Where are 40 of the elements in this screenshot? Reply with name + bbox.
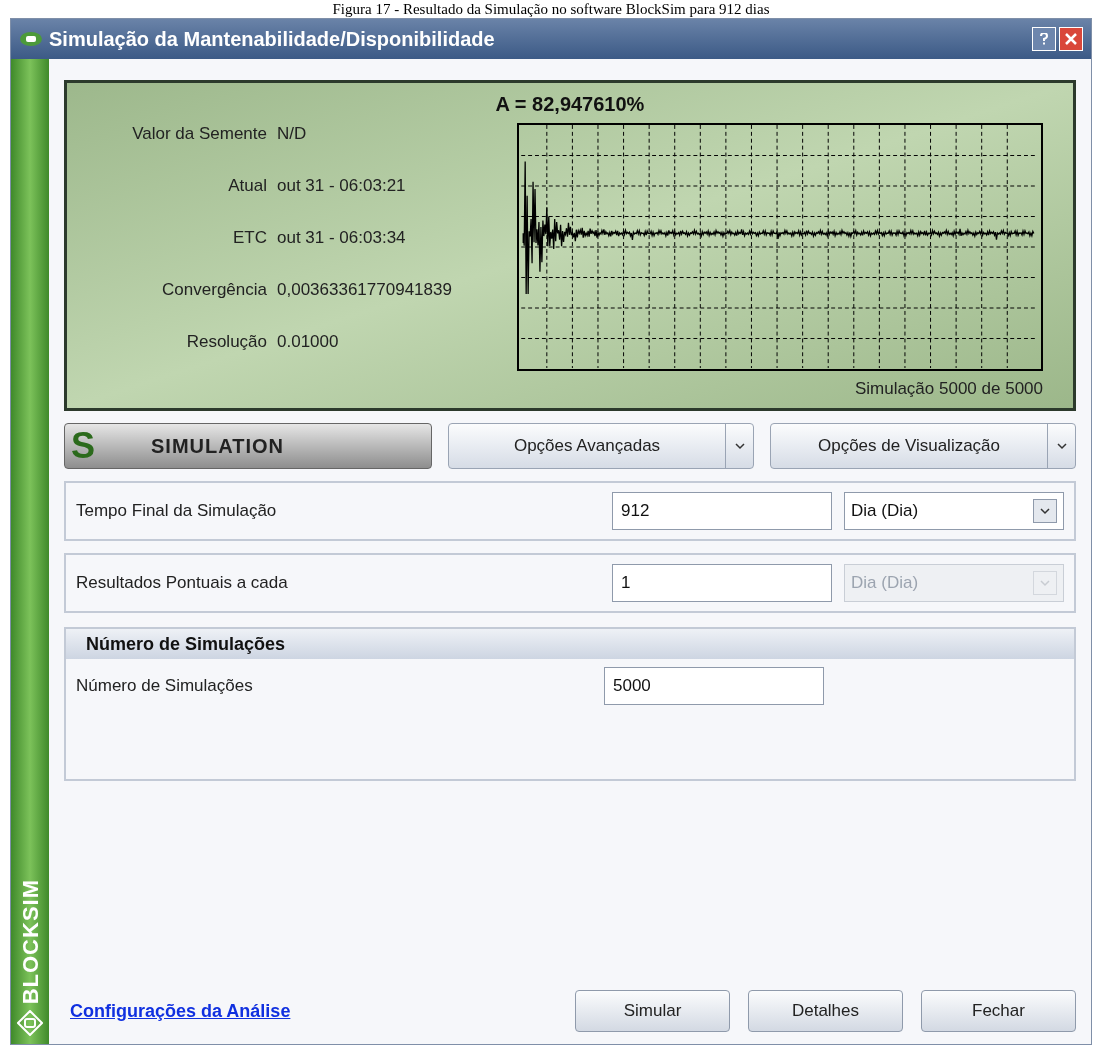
simulation-count-text: Simulação 5000 de 5000 xyxy=(854,379,1043,399)
stat-label: Resolução xyxy=(185,331,267,353)
help-button[interactable] xyxy=(1032,27,1056,51)
caret-icon xyxy=(1040,507,1050,515)
close-button[interactable] xyxy=(1059,27,1083,51)
value-field[interactable]: 912 xyxy=(612,492,832,530)
dropdown-menu-button[interactable]: Opções Avançadas xyxy=(448,423,754,469)
setting-label: Tempo Final da Simulação xyxy=(76,500,278,523)
dialog-button[interactable]: Fechar xyxy=(921,990,1076,1032)
stat-value: N/D xyxy=(277,123,308,145)
window-title: Simulação da Mantenabilidade/Disponibilidade xyxy=(49,27,496,52)
analysis-settings-link[interactable]: Configurações da Análise xyxy=(64,997,575,1025)
stat-label: Convergência xyxy=(161,279,267,301)
caret-icon xyxy=(1056,442,1067,450)
field-label: Número de Simulações xyxy=(76,675,254,698)
unit-dropdown[interactable]: Dia (Dia) xyxy=(844,492,1064,530)
stat-value: 0,00363361770941839 xyxy=(277,279,453,301)
stat-label: Valor da Semente xyxy=(131,123,267,145)
brand-logo-icon xyxy=(17,1010,43,1036)
banner-letter: S xyxy=(71,428,95,464)
stat-label: Atual xyxy=(227,175,267,197)
caret-icon xyxy=(1040,579,1050,587)
stat-label: ETC xyxy=(232,227,267,249)
value-field[interactable]: 5000 xyxy=(604,667,824,705)
app-logo-icon xyxy=(19,31,43,47)
figure-caption: Figura 17 - Resultado da Simulação no software BlockSim para 912 dias xyxy=(331,0,771,18)
brand-name: BLOCKSIM xyxy=(16,878,44,1004)
stat-value: 0.01000 xyxy=(277,331,340,353)
stat-value: out 31 - 06:03:34 xyxy=(277,227,407,249)
availability-headline: A = 82,947610% xyxy=(494,92,646,115)
dialog-button[interactable]: Simular xyxy=(575,990,730,1032)
stat-value: out 31 - 06:03:21 xyxy=(277,175,407,197)
section-header: Número de Simulações xyxy=(66,629,1074,659)
close-icon xyxy=(1065,33,1077,45)
dropdown-menu-button[interactable]: Opções de Visualização xyxy=(770,423,1076,469)
setting-label: Resultados Pontuais a cada xyxy=(76,572,289,595)
banner-title: SIMULATION xyxy=(151,434,284,459)
help-icon xyxy=(1040,33,1048,45)
caret-icon xyxy=(734,442,745,450)
dialog-button[interactable]: Detalhes xyxy=(748,990,903,1032)
